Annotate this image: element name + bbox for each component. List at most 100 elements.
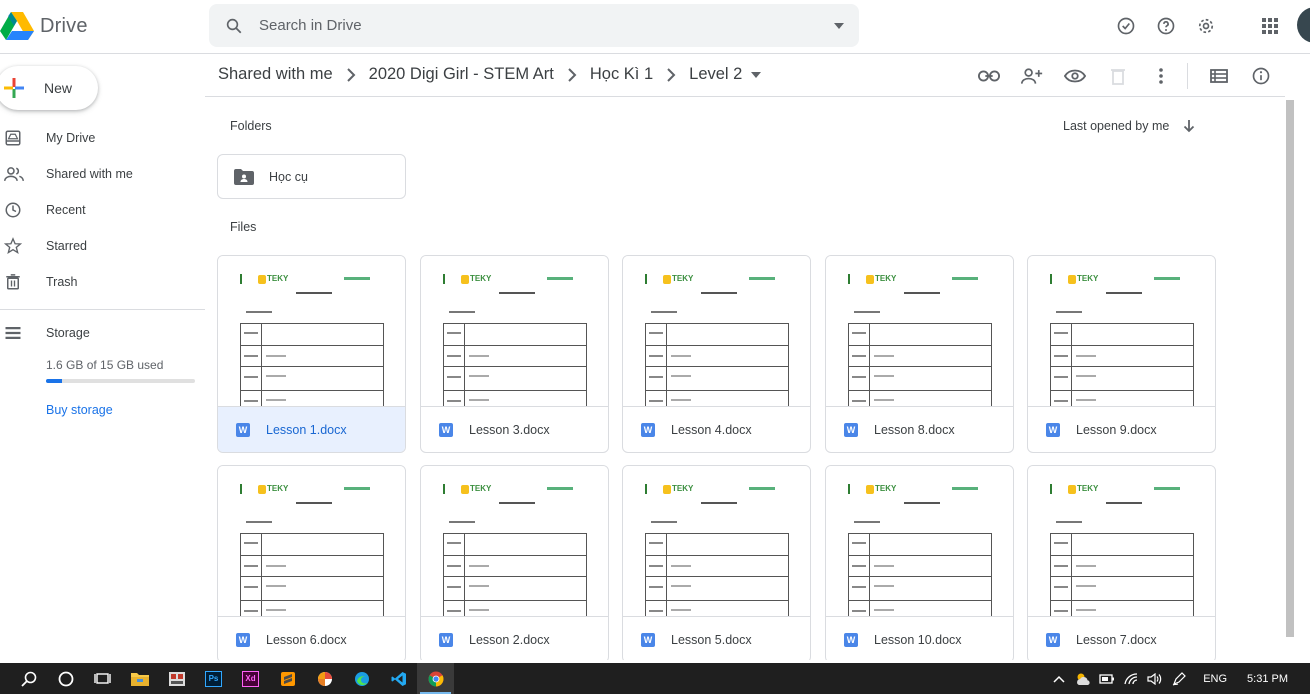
file-thumbnail: TEKY <box>1028 256 1215 407</box>
apps-grid-icon[interactable] <box>1258 14 1282 38</box>
sidebar-item-trash[interactable]: Trash <box>0 264 205 300</box>
breadcrumb-current[interactable]: Level 2 <box>689 65 742 84</box>
sidebar-item-recent[interactable]: Recent <box>0 192 205 228</box>
chevron-right-icon <box>554 67 590 82</box>
file-card-footer[interactable]: W Lesson 6.docx <box>218 617 405 660</box>
start-windows-icon[interactable] <box>0 663 10 694</box>
word-doc-icon: W <box>1046 633 1060 647</box>
weather-icon[interactable] <box>1071 672 1095 686</box>
file-name: Lesson 3.docx <box>469 423 550 437</box>
system-tray: ENG 5:31 PM <box>1047 663 1310 694</box>
file-card-footer[interactable]: W Lesson 4.docx <box>623 407 810 452</box>
wifi-icon[interactable] <box>1119 672 1143 685</box>
file-card[interactable]: TEKY W Lesson 3.docx <box>420 255 609 453</box>
file-thumbnail: TEKY <box>623 256 810 407</box>
pen-ink-icon[interactable] <box>1167 671 1191 686</box>
chrome-icon[interactable] <box>417 663 454 694</box>
word-doc-icon: W <box>236 633 250 647</box>
file-card[interactable]: TEKY W Lesson 6.docx <box>217 465 406 660</box>
scrollbar-thumb[interactable] <box>1286 100 1294 637</box>
search-icon[interactable] <box>10 663 47 694</box>
file-card-footer[interactable]: W Lesson 8.docx <box>826 407 1013 452</box>
taskbar-clock[interactable]: 5:31 PM <box>1247 673 1288 685</box>
word-doc-icon: W <box>844 633 858 647</box>
sidebar-item-shared-with-me[interactable]: Shared with me <box>0 156 205 192</box>
clock-icon <box>0 201 30 219</box>
vscode-icon[interactable] <box>380 663 417 694</box>
file-card[interactable]: TEKY W Lesson 4.docx <box>622 255 811 453</box>
chevron-right-icon <box>653 67 689 82</box>
file-card-footer[interactable]: W Lesson 2.docx <box>421 617 608 660</box>
content-area: Folders Last opened by me Học cụ Files T… <box>205 98 1285 660</box>
word-doc-icon: W <box>641 633 655 647</box>
file-card-footer[interactable]: W Lesson 1.docx <box>218 407 405 452</box>
breadcrumb-item[interactable]: Shared with me <box>218 65 333 84</box>
sidebar-item-starred[interactable]: Starred <box>0 228 205 264</box>
chevron-up-icon[interactable] <box>1047 675 1071 683</box>
file-explorer-icon[interactable] <box>121 663 158 694</box>
file-card[interactable]: TEKY W Lesson 8.docx <box>825 255 1014 453</box>
toolbar-divider <box>1187 63 1188 89</box>
settings-icon[interactable] <box>1190 12 1222 40</box>
sort-control[interactable]: Last opened by me <box>1063 119 1203 133</box>
cortana-icon[interactable] <box>47 663 84 694</box>
edge-icon[interactable] <box>343 663 380 694</box>
file-thumbnail: TEKY <box>826 466 1013 617</box>
file-card[interactable]: TEKY W Lesson 5.docx <box>622 465 811 660</box>
unikey-icon[interactable] <box>158 663 195 694</box>
get-link-icon[interactable] <box>975 63 1003 89</box>
file-card[interactable]: TEKY W Lesson 9.docx <box>1027 255 1216 453</box>
sidebar-item-storage[interactable]: Storage <box>0 322 90 344</box>
more-vert-icon[interactable] <box>1147 63 1175 89</box>
word-doc-icon: W <box>439 633 453 647</box>
preview-eye-icon[interactable] <box>1061 63 1089 89</box>
sidebar-item-my-drive[interactable]: My Drive <box>0 120 205 156</box>
drive-logo[interactable]: Drive <box>0 10 88 42</box>
file-card-footer[interactable]: W Lesson 7.docx <box>1028 617 1215 660</box>
search-options-icon[interactable] <box>819 22 859 30</box>
chevron-down-icon[interactable] <box>746 71 766 79</box>
buy-storage-link[interactable]: Buy storage <box>46 403 113 417</box>
xd-icon[interactable]: Xd <box>232 663 269 694</box>
search-input[interactable]: Search in Drive <box>259 17 819 34</box>
breadcrumb-item[interactable]: 2020 Digi Girl - STEM Art <box>369 65 554 84</box>
battery-icon[interactable] <box>1095 673 1119 684</box>
new-button[interactable]: New <box>0 66 98 110</box>
file-card-footer[interactable]: W Lesson 3.docx <box>421 407 608 452</box>
input-language[interactable]: ENG <box>1203 673 1227 685</box>
offline-check-icon[interactable] <box>1110 12 1142 40</box>
storage-icon <box>0 325 30 341</box>
breadcrumb-item[interactable]: Học Kì 1 <box>590 65 653 84</box>
search-icon[interactable] <box>209 17 249 35</box>
account-avatar[interactable] <box>1297 7 1310 43</box>
file-name: Lesson 2.docx <box>469 633 550 647</box>
sidebar-item-label: Shared with me <box>46 167 133 181</box>
file-card-footer[interactable]: W Lesson 10.docx <box>826 617 1013 660</box>
share-add-person-icon[interactable] <box>1018 63 1046 89</box>
remove-trash-icon[interactable] <box>1104 63 1132 89</box>
pinwheel-icon[interactable] <box>306 663 343 694</box>
file-card[interactable]: TEKY W Lesson 1.docx <box>217 255 406 453</box>
folder-card[interactable]: Học cụ <box>217 154 406 199</box>
app-name: Drive <box>40 14 88 37</box>
sublime-icon[interactable] <box>269 663 306 694</box>
drive-window: { "header": { "app_name": "Drive", "sear… <box>0 0 1310 694</box>
word-doc-icon: W <box>236 423 250 437</box>
help-icon[interactable] <box>1150 12 1182 40</box>
file-card[interactable]: TEKY W Lesson 2.docx <box>420 465 609 660</box>
photoshop-icon[interactable]: Ps <box>195 663 232 694</box>
file-card-footer[interactable]: W Lesson 9.docx <box>1028 407 1215 452</box>
sidebar-nav: My Drive Shared with me Recent Starred T… <box>0 120 205 300</box>
search-bar[interactable]: Search in Drive <box>209 4 859 47</box>
list-view-icon[interactable] <box>1205 63 1233 89</box>
file-card-footer[interactable]: W Lesson 5.docx <box>623 617 810 660</box>
arrow-down-icon[interactable] <box>1183 119 1203 133</box>
volume-icon[interactable] <box>1143 672 1167 685</box>
word-doc-icon: W <box>844 423 858 437</box>
file-card[interactable]: TEKY W Lesson 7.docx <box>1027 465 1216 660</box>
task-view-icon[interactable] <box>84 663 121 694</box>
details-info-icon[interactable] <box>1247 63 1275 89</box>
file-name: Lesson 9.docx <box>1076 423 1157 437</box>
file-card[interactable]: TEKY W Lesson 10.docx <box>825 465 1014 660</box>
sort-label[interactable]: Last opened by me <box>1063 119 1169 133</box>
